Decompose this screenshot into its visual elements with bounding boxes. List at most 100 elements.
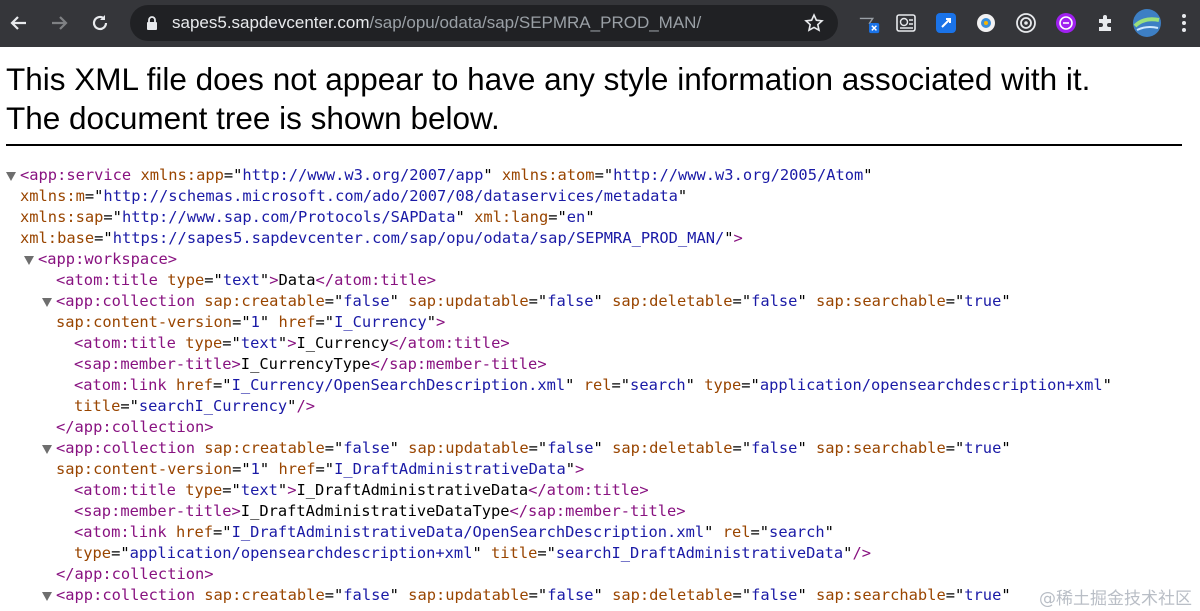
- xml-token: false: [547, 439, 594, 457]
- xml-token: sap:deletable: [612, 586, 733, 604]
- address-bar[interactable]: sapes5.sapdevcenter.com/sap/opu/odata/sa…: [130, 5, 838, 41]
- xml-token: sap:deletable: [612, 292, 733, 310]
- xml-line: </app:collection>: [56, 417, 214, 438]
- xml-token: ": [1001, 439, 1011, 457]
- xml-token: ": [259, 271, 270, 289]
- xml-line: <atom:title type="text">Data</atom:title…: [56, 270, 436, 291]
- xml-token: ": [1102, 376, 1112, 394]
- xml-line: <app:collection sap:creatable="false" sa…: [56, 291, 1011, 312]
- xml-line: <app:collection sap:creatable="false" sa…: [56, 585, 1011, 606]
- xml-token: ": [685, 376, 705, 394]
- xml-token: sap:creatable: [204, 439, 325, 457]
- collapse-toggle-icon[interactable]: [6, 172, 16, 181]
- xml-token: =": [945, 586, 965, 604]
- xml-token: en: [566, 208, 586, 226]
- xml-token: ": [483, 166, 502, 184]
- xml-token: =": [111, 544, 130, 562]
- xml-token: <sap:member-title>: [74, 355, 241, 373]
- xml-token: =": [732, 292, 752, 310]
- xml-token: <app:workspace>: [38, 250, 177, 268]
- xml-token: =": [528, 586, 548, 604]
- collapse-toggle-icon[interactable]: [24, 256, 34, 265]
- xml-token: =": [611, 376, 631, 394]
- xml-line: xml:base="https://sapes5.sapdevcenter.co…: [20, 228, 743, 249]
- xml-token: </app:collection>: [56, 565, 214, 583]
- xml-token: =": [732, 586, 752, 604]
- xml-token: I_DraftAdministrativeData/OpenSearchDesc…: [231, 523, 705, 541]
- collapse-toggle-icon[interactable]: [42, 592, 52, 601]
- xml-token: type: [185, 334, 223, 352]
- xml-token: =": [945, 292, 965, 310]
- xml-token: xml:lang: [474, 208, 549, 226]
- xml-token: href: [278, 460, 316, 478]
- xml-token: ": [593, 586, 613, 604]
- extension-news-icon[interactable]: [894, 11, 918, 35]
- back-icon[interactable]: [4, 8, 34, 38]
- xml-token: =": [204, 271, 223, 289]
- xml-token: search: [769, 523, 825, 541]
- xml-token: />: [296, 397, 315, 415]
- xml-token: type: [704, 376, 742, 394]
- xml-token: ": [677, 187, 688, 205]
- xml-token: <app:collection: [56, 292, 205, 310]
- xml-token: http://schemas.microsoft.com/ado/2007/08…: [103, 187, 678, 205]
- profile-avatar[interactable]: [1132, 8, 1162, 38]
- xml-token: =": [232, 460, 251, 478]
- xml-token: =": [548, 208, 567, 226]
- xml-token: xmlns:sap: [20, 208, 104, 226]
- xml-token: sap:searchable: [815, 439, 946, 457]
- collapse-toggle-icon[interactable]: [42, 445, 52, 454]
- xml-token: ": [797, 292, 816, 310]
- xml-token: false: [343, 586, 390, 604]
- extension-purple-icon[interactable]: [1054, 11, 1078, 35]
- xml-token: <atom:title: [74, 334, 186, 352]
- extension-camera-icon[interactable]: [974, 11, 998, 35]
- xml-token: I_DraftAdministrativeData: [296, 481, 529, 499]
- xml-token: =": [324, 292, 344, 310]
- url-text[interactable]: sapes5.sapdevcenter.com/sap/opu/odata/sa…: [172, 5, 701, 41]
- lock-icon[interactable]: [146, 15, 158, 36]
- xml-token: true: [964, 439, 1002, 457]
- browser-toolbar: sapes5.sapdevcenter.com/sap/opu/odata/sa…: [0, 0, 1200, 47]
- xml-token: =": [213, 523, 232, 541]
- xml-token: ": [585, 208, 595, 226]
- xml-token: <atom:link: [74, 376, 176, 394]
- xml-token: search: [630, 376, 686, 394]
- xml-token: searchI_DraftAdministrativeData: [555, 544, 844, 562]
- extension-blue-square-icon[interactable]: [934, 11, 958, 35]
- xml-token: ": [389, 292, 409, 310]
- xml-token: I_DraftAdministrativeData: [334, 460, 566, 478]
- xml-token: =": [232, 313, 251, 331]
- xml-token: xmlns:m: [20, 187, 85, 205]
- xml-token: title: [74, 397, 121, 415]
- xml-token: ": [472, 544, 492, 562]
- xml-line: <sap:member-title>I_DraftAdministrativeD…: [74, 501, 686, 522]
- xml-token: sap:creatable: [204, 586, 325, 604]
- xml-line: xmlns:m="http://schemas.microsoft.com/ad…: [20, 186, 687, 207]
- xml-line: <app:workspace>: [38, 249, 177, 270]
- extension-x-icon[interactable]: [858, 11, 882, 35]
- reload-icon[interactable]: [85, 8, 115, 38]
- xml-token: http://www.sap.com/Protocols/SAPData: [121, 208, 456, 226]
- bookmark-star-icon[interactable]: [804, 13, 824, 38]
- xml-token: =": [222, 481, 241, 499]
- more-menu-icon[interactable]: [1172, 11, 1196, 35]
- xml-token: ": [797, 439, 816, 457]
- xml-token: false: [751, 439, 798, 457]
- xml-token: ": [593, 292, 613, 310]
- xml-token: sap:updatable: [408, 586, 529, 604]
- xml-token: =": [222, 334, 241, 352]
- xml-token: I_CurrencyType: [240, 355, 371, 373]
- xml-token: <sap:member-title>: [74, 502, 241, 520]
- xml-token: ": [724, 229, 734, 247]
- xml-token: 1: [250, 460, 260, 478]
- xml-line: <app:service xmlns:app="http://www.w3.or…: [20, 165, 873, 186]
- forward-icon[interactable]: [44, 8, 74, 38]
- xml-token: ": [797, 586, 816, 604]
- collapse-toggle-icon[interactable]: [42, 298, 52, 307]
- extension-target-icon[interactable]: [1014, 11, 1038, 35]
- puzzle-icon[interactable]: [1094, 11, 1118, 35]
- xml-token: =": [213, 376, 232, 394]
- xml-line: type="application/opensearchdescription+…: [74, 543, 871, 564]
- xml-token: =": [315, 313, 335, 331]
